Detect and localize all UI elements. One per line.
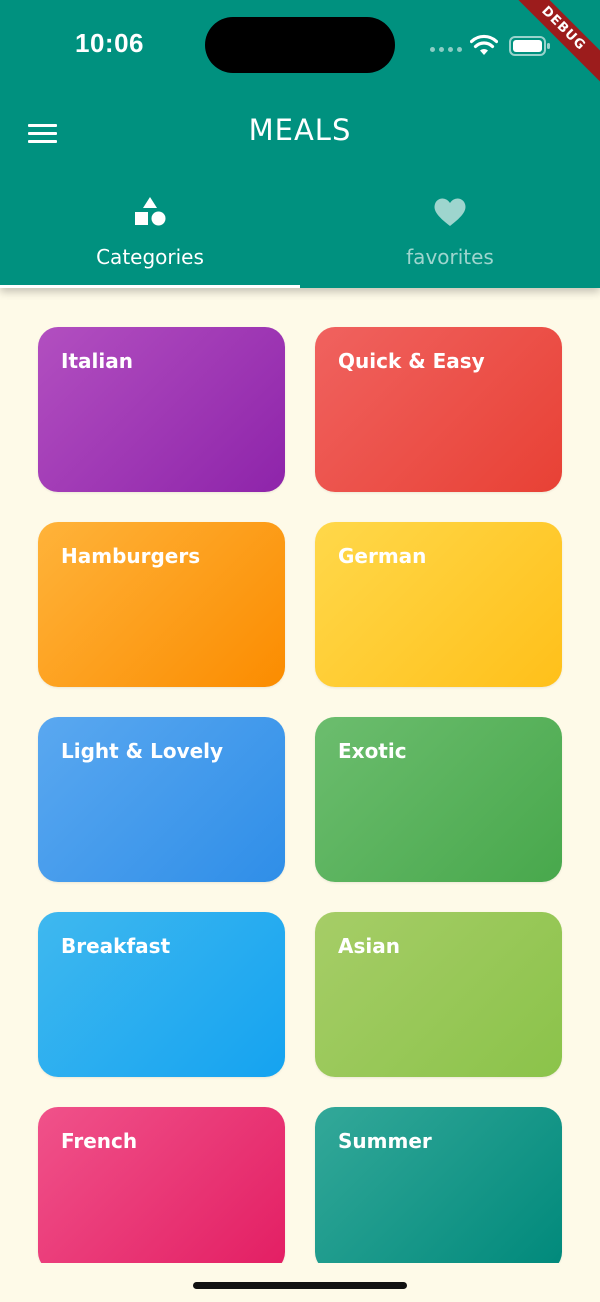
tab-favorites[interactable]: favorites (300, 185, 600, 288)
shapes-icon (135, 197, 166, 226)
category-card[interactable]: Exotic (315, 717, 562, 882)
status-time: 10:06 (75, 28, 144, 58)
battery-icon (509, 36, 550, 56)
category-card[interactable]: Summer (315, 1107, 562, 1263)
category-card[interactable]: Hamburgers (38, 522, 285, 687)
category-card[interactable]: Asian (315, 912, 562, 1077)
category-card[interactable]: Quick & Easy (315, 327, 562, 492)
selected-tab-indicator (0, 285, 300, 288)
category-card[interactable]: Breakfast (38, 912, 285, 1077)
heart-icon (434, 198, 466, 226)
tab-label: favorites (406, 245, 494, 269)
category-card[interactable]: German (315, 522, 562, 687)
tab-categories[interactable]: Categories (0, 185, 300, 288)
category-card[interactable]: French (38, 1107, 285, 1263)
dynamic-island (205, 17, 395, 73)
category-grid: Italian Quick & Easy Hamburgers German L… (0, 288, 600, 1263)
tab-label: Categories (96, 245, 204, 269)
cellular-signal-icon (430, 47, 462, 53)
home-indicator[interactable] (193, 1282, 407, 1289)
page-title: MEALS (248, 113, 352, 147)
category-card[interactable]: Italian (38, 327, 285, 492)
category-card[interactable]: Light & Lovely (38, 717, 285, 882)
app-bar: 10:06 DEBUG MEALS Categories favorites (0, 0, 600, 288)
wifi-icon (470, 34, 498, 55)
